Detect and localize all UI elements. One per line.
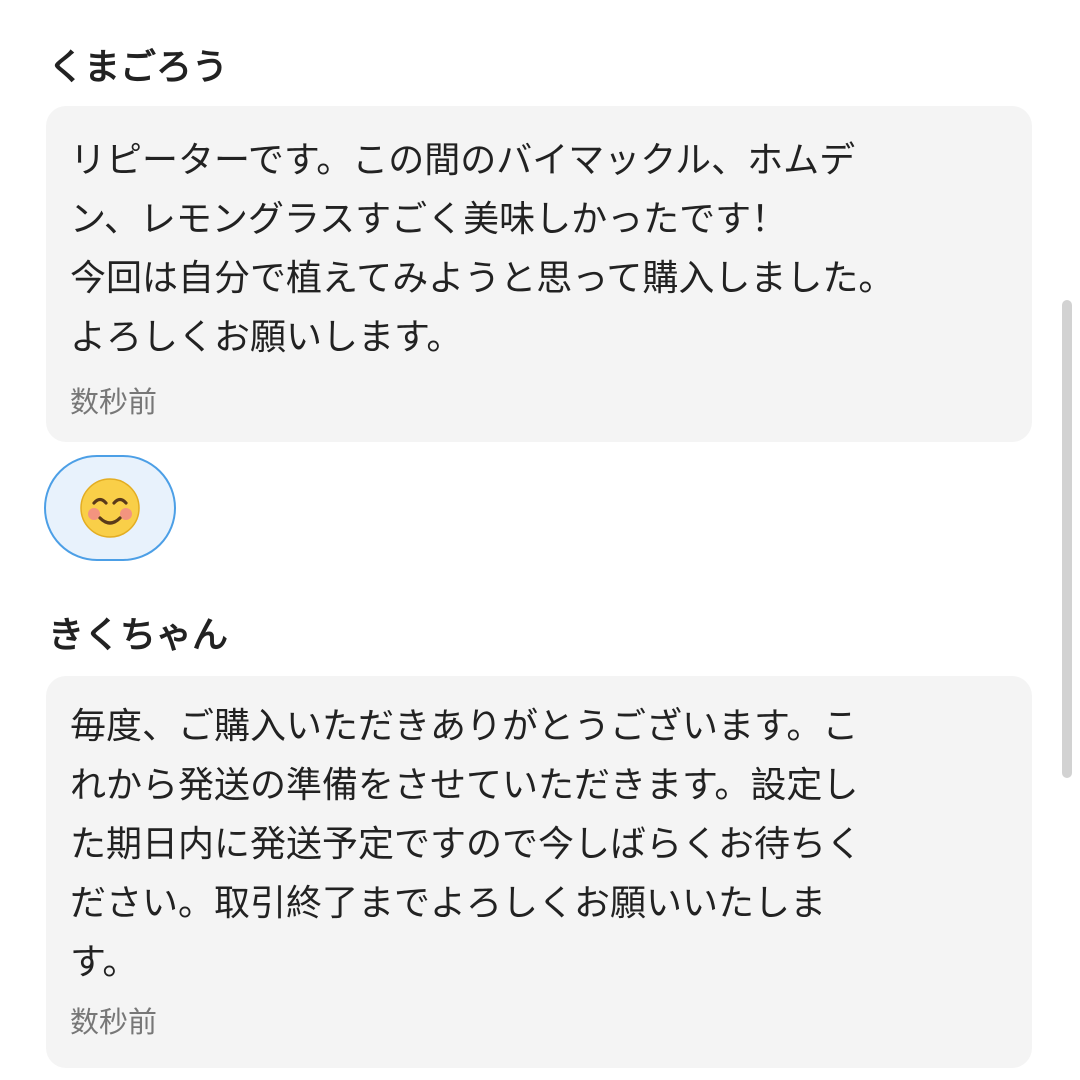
comment-bubble: 毎度、ご購入いただきありがとうございます。こ れから発送の準備をさせていただきま… xyxy=(46,676,1032,1068)
comment-text-line: リピーターです。この間のバイマックル、ホムデ xyxy=(70,140,856,181)
smiling-face-icon xyxy=(80,478,140,538)
comment-timestamp: 数秒前 xyxy=(70,385,158,419)
reaction-button[interactable] xyxy=(44,455,176,561)
comment-text-line: ン、レモングラスすごく美味しかったです！ xyxy=(70,199,788,240)
comment-text-line: す。 xyxy=(70,942,139,983)
comment-author-name[interactable]: きくちゃん xyxy=(48,614,228,658)
comment-timestamp: 数秒前 xyxy=(70,1005,158,1039)
comment-text-line: ださい。取引終了までよろしくお願いいたしま xyxy=(70,883,827,924)
comment-author-name[interactable]: くまごろう xyxy=(48,46,228,90)
vertical-scrollbar[interactable] xyxy=(1062,300,1072,778)
comment-text-line: 毎度、ご購入いただきありがとうございます。こ xyxy=(70,706,859,747)
comment-text-line: 今回は自分で植えてみようと思って購入しました。 xyxy=(70,258,895,299)
comment-text-line: よろしくお願いします。 xyxy=(70,317,463,358)
comment-text-line: れから発送の準備をさせていただきます。設定し xyxy=(70,765,859,806)
comment-bubble: リピーターです。この間のバイマックル、ホムデ ン、レモングラスすごく美味しかった… xyxy=(46,106,1032,442)
comment-text-line: た期日内に発送予定ですので今しばらくお待ちく xyxy=(70,824,863,865)
